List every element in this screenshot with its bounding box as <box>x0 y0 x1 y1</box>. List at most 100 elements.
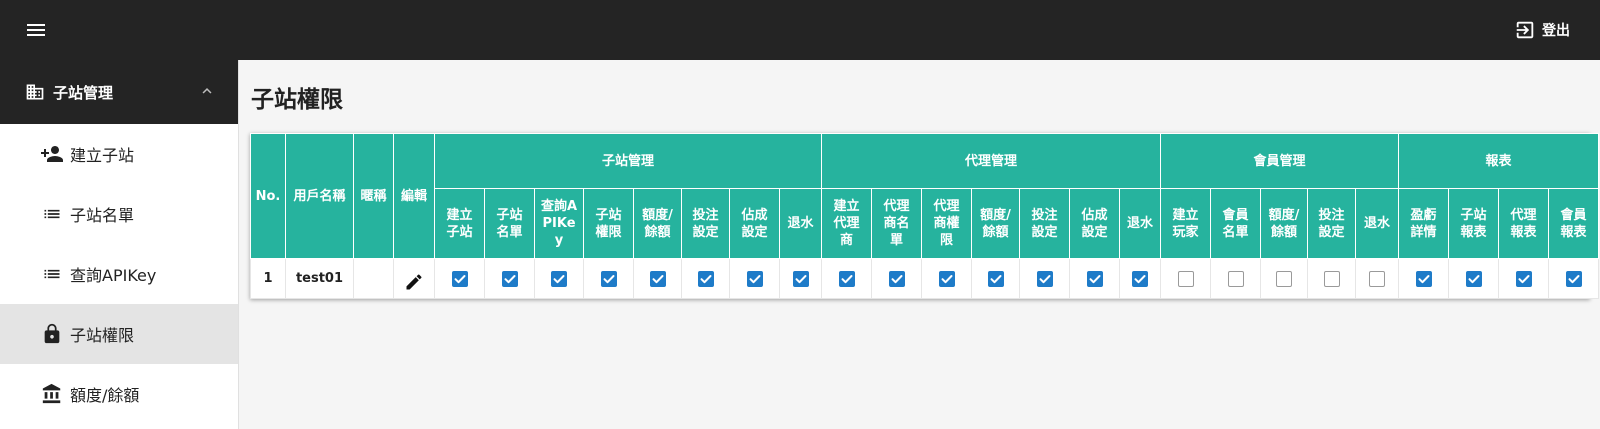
header-permission: 建立 玩家 <box>1160 188 1212 259</box>
permissions-table: No. 用戶名稱 暱稱 編輯 子站管理 代理管理 會員管理 報表 建立 子站 子站 名單… <box>250 133 1600 299</box>
checkbox-unchecked[interactable] <box>1276 270 1293 287</box>
cell-permission <box>821 258 873 299</box>
checkbox-checked[interactable] <box>1086 270 1103 287</box>
sidebar-item-label: 子站名單 <box>70 206 135 225</box>
header-permission: 佔成 設定 <box>729 188 780 259</box>
sidebar-item-site-permissions[interactable]: 子站權限 <box>0 304 238 364</box>
header-permission: 代理 商名 單 <box>871 188 923 259</box>
sidebar-item-create-site[interactable]: 建立子站 <box>0 124 238 184</box>
checkbox-checked[interactable] <box>1415 270 1432 287</box>
lock-icon <box>40 323 64 345</box>
header-permission: 退水 <box>1355 188 1400 259</box>
hamburger-menu-button[interactable] <box>22 18 50 42</box>
page-title: 子站權限 <box>251 87 343 113</box>
sidebar-item-label: 額度/餘額 <box>70 386 140 405</box>
checkbox-unchecked[interactable] <box>1227 270 1244 287</box>
cell-permission <box>1498 258 1550 299</box>
cell-nickname <box>353 258 394 299</box>
header-permission: 代理 商權 限 <box>921 188 973 259</box>
header-permission: 投注 設定 <box>681 188 730 259</box>
checkbox-checked[interactable] <box>1515 270 1532 287</box>
checkbox-checked[interactable] <box>746 270 763 287</box>
header-permission: 會員 報表 <box>1548 188 1600 259</box>
header-group: 代理管理 <box>821 133 1162 189</box>
cell-permission <box>871 258 923 299</box>
cell-permission <box>434 258 485 299</box>
checkbox-checked[interactable] <box>1132 270 1149 287</box>
sidebar-item-label: 查詢APIKey <box>70 266 157 285</box>
header-permission: 額度/ 餘額 <box>1260 188 1309 259</box>
sidebar-item-site-list[interactable]: 子站名單 <box>0 184 238 244</box>
cell-permission <box>729 258 780 299</box>
header-permission: 建立 子站 <box>434 188 485 259</box>
checkbox-checked[interactable] <box>1465 270 1482 287</box>
checkbox-checked[interactable] <box>888 270 905 287</box>
header-group: 子站管理 <box>433 133 823 189</box>
header-row-columns: 建立 子站 子站 名單 查詢A PIKe y 子站 權限 額度/ 餘額 投注 設定 佔成 設… <box>251 188 1600 259</box>
chevron-up-icon[interactable] <box>198 82 216 104</box>
checkbox-checked[interactable] <box>938 270 955 287</box>
header-permission: 退水 <box>1119 188 1162 259</box>
table-row: 1 test01 <box>250 258 1600 299</box>
header-permission: 退水 <box>778 188 823 259</box>
cell-permission <box>921 258 973 299</box>
table-body: 1 test01 <box>250 258 1600 299</box>
cell-permission <box>1160 258 1212 299</box>
checkbox-checked[interactable] <box>838 270 855 287</box>
checkbox-unchecked[interactable] <box>1369 270 1386 287</box>
cell-permission <box>583 258 634 299</box>
logout-button[interactable]: 登出 <box>1514 18 1570 42</box>
header-no: No. <box>250 133 286 259</box>
cell-permission <box>1448 258 1500 299</box>
header-row-groups: No. 用戶名稱 暱稱 編輯 子站管理 代理管理 會員管理 報表 <box>250 133 1600 259</box>
header-permission: 子站 報表 <box>1448 188 1500 259</box>
header-permission: 額度/ 餘額 <box>971 188 1021 259</box>
header-permission: 查詢A PIKe y <box>534 188 584 259</box>
header-permission: 額度/ 餘額 <box>633 188 682 259</box>
sidebar-item-label: 子站權限 <box>70 326 135 345</box>
checkbox-checked[interactable] <box>1036 270 1053 287</box>
exit-icon <box>1516 21 1534 39</box>
header-permission: 會員 名單 <box>1210 188 1262 259</box>
cell-permission <box>1260 258 1309 299</box>
header-permission: 子站 權限 <box>583 188 634 259</box>
header-permission: 投注 設定 <box>1307 188 1357 259</box>
checkbox-checked[interactable] <box>792 270 809 287</box>
pencil-icon[interactable] <box>404 272 424 296</box>
cell-edit <box>393 258 435 299</box>
person-add-icon <box>40 142 64 166</box>
building-icon <box>25 82 45 102</box>
cell-permission <box>1069 258 1121 299</box>
sidebar: 子站管理 建立子站 子站名單 查詢APIKey 子站權限 額度/餘額 <box>0 60 239 429</box>
header-permission: 子站 名單 <box>484 188 535 259</box>
sidebar-group-label: 子站管理 <box>53 83 114 102</box>
header-permission: 投注 設定 <box>1019 188 1071 259</box>
hamburger-icon <box>27 24 45 36</box>
checkbox-checked[interactable] <box>649 270 666 287</box>
checkbox-checked[interactable] <box>451 270 468 287</box>
cell-permission <box>1398 258 1450 299</box>
checkbox-checked[interactable] <box>987 270 1004 287</box>
cell-permission <box>1019 258 1071 299</box>
checkbox-checked[interactable] <box>551 270 567 287</box>
header-permission: 代理 報表 <box>1498 188 1550 259</box>
checkbox-unchecked[interactable] <box>1177 270 1194 287</box>
checkbox-checked[interactable] <box>600 270 617 287</box>
cell-permission <box>633 258 682 299</box>
checkbox-checked[interactable] <box>501 270 518 287</box>
header-group: 報表 <box>1398 133 1600 189</box>
permissions-table-container: No. 用戶名稱 暱稱 編輯 子站管理 代理管理 會員管理 報表 建立 子站 子站 名單… <box>250 133 1600 299</box>
bank-icon <box>40 383 64 405</box>
checkbox-checked[interactable] <box>697 270 714 287</box>
checkbox-unchecked[interactable] <box>1323 270 1340 287</box>
cell-permission <box>681 258 730 299</box>
checkbox-checked[interactable] <box>1565 270 1582 287</box>
sidebar-item-query-apikey[interactable]: 查詢APIKey <box>0 244 238 304</box>
top-app-bar: 登出 <box>0 0 1600 60</box>
sidebar-group-site-management[interactable]: 子站管理 <box>0 60 238 124</box>
cell-permission <box>971 258 1021 299</box>
cell-permission <box>778 258 823 299</box>
header-group: 會員管理 <box>1160 133 1400 189</box>
sidebar-item-credit-balance[interactable]: 額度/餘額 <box>0 364 238 424</box>
cell-permission <box>1548 258 1600 299</box>
